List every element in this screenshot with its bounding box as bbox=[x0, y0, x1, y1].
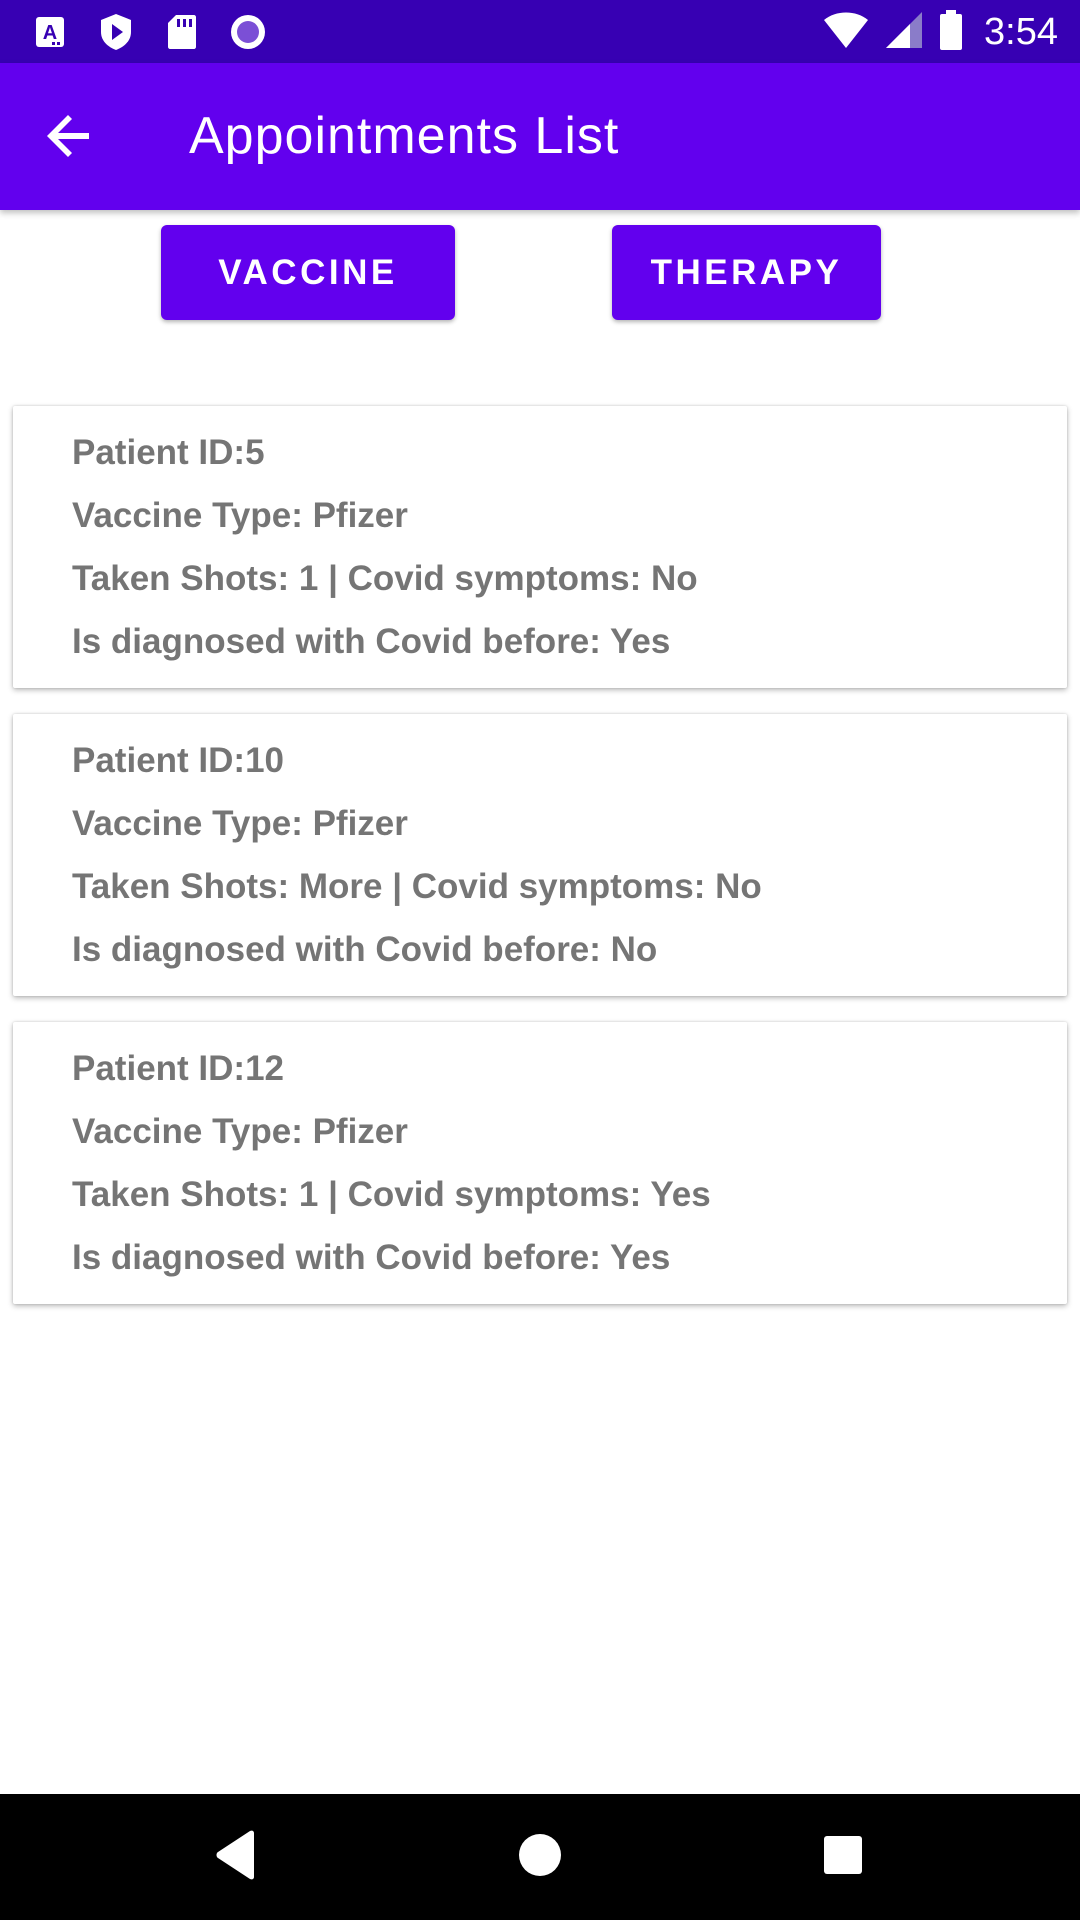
play-protect-icon bbox=[96, 12, 136, 52]
covid-diagnosed: Is diagnosed with Covid before: No bbox=[72, 930, 658, 969]
nav-recents-icon bbox=[822, 1834, 864, 1881]
therapy-button[interactable]: THERAPY bbox=[612, 225, 881, 320]
shots-symptoms: Taken Shots: 1 | Covid symptoms: No bbox=[72, 559, 698, 598]
cellular-signal-icon bbox=[884, 10, 924, 55]
circle-notification-icon bbox=[228, 12, 268, 52]
shots-symptoms: Taken Shots: More | Covid symptoms: No bbox=[72, 867, 762, 906]
patient-id: Patient ID:10 bbox=[72, 741, 284, 780]
text-app-icon: A bbox=[30, 12, 70, 52]
status-right-icons: 3:54 bbox=[822, 6, 1058, 58]
appointment-card[interactable]: Patient ID:5 Vaccine Type: Pfizer Taken … bbox=[13, 406, 1067, 688]
status-bar: A 3:54 bbox=[0, 0, 1080, 63]
nav-home-button[interactable] bbox=[505, 1822, 575, 1892]
covid-diagnosed: Is diagnosed with Covid before: Yes bbox=[72, 1238, 671, 1277]
status-time: 3:54 bbox=[984, 10, 1058, 53]
back-button[interactable] bbox=[30, 103, 110, 173]
covid-diagnosed: Is diagnosed with Covid before: Yes bbox=[72, 622, 671, 661]
arrow-back-icon bbox=[47, 113, 93, 164]
app-bar: Appointments List bbox=[0, 63, 1080, 210]
appointment-card[interactable]: Patient ID:10 Vaccine Type: Pfizer Taken… bbox=[13, 714, 1067, 996]
patient-id: Patient ID:12 bbox=[72, 1049, 284, 1088]
navigation-bar bbox=[0, 1794, 1080, 1920]
shots-symptoms: Taken Shots: 1 | Covid symptoms: Yes bbox=[72, 1175, 711, 1214]
vaccine-button[interactable]: VACCINE bbox=[161, 225, 455, 320]
sd-card-icon bbox=[162, 12, 202, 52]
nav-back-icon bbox=[214, 1830, 258, 1885]
page-title: Appointments List bbox=[189, 107, 620, 165]
battery-icon bbox=[938, 9, 964, 56]
nav-back-button[interactable] bbox=[201, 1822, 271, 1892]
nav-recents-button[interactable] bbox=[808, 1822, 878, 1892]
appointment-card[interactable]: Patient ID:12 Vaccine Type: Pfizer Taken… bbox=[13, 1022, 1067, 1304]
nav-home-icon bbox=[517, 1832, 563, 1883]
status-left-icons: A bbox=[30, 10, 268, 54]
screen: A 3:54 Appointments List VACCINE THERAPY… bbox=[0, 0, 1080, 1920]
appointments-list: Patient ID:5 Vaccine Type: Pfizer Taken … bbox=[13, 406, 1067, 1330]
vaccine-type: Vaccine Type: Pfizer bbox=[72, 804, 408, 843]
vaccine-type: Vaccine Type: Pfizer bbox=[72, 496, 408, 535]
patient-id: Patient ID:5 bbox=[72, 433, 265, 472]
wifi-icon bbox=[822, 10, 870, 55]
svg-text:A: A bbox=[43, 22, 57, 44]
vaccine-type: Vaccine Type: Pfizer bbox=[72, 1112, 408, 1151]
